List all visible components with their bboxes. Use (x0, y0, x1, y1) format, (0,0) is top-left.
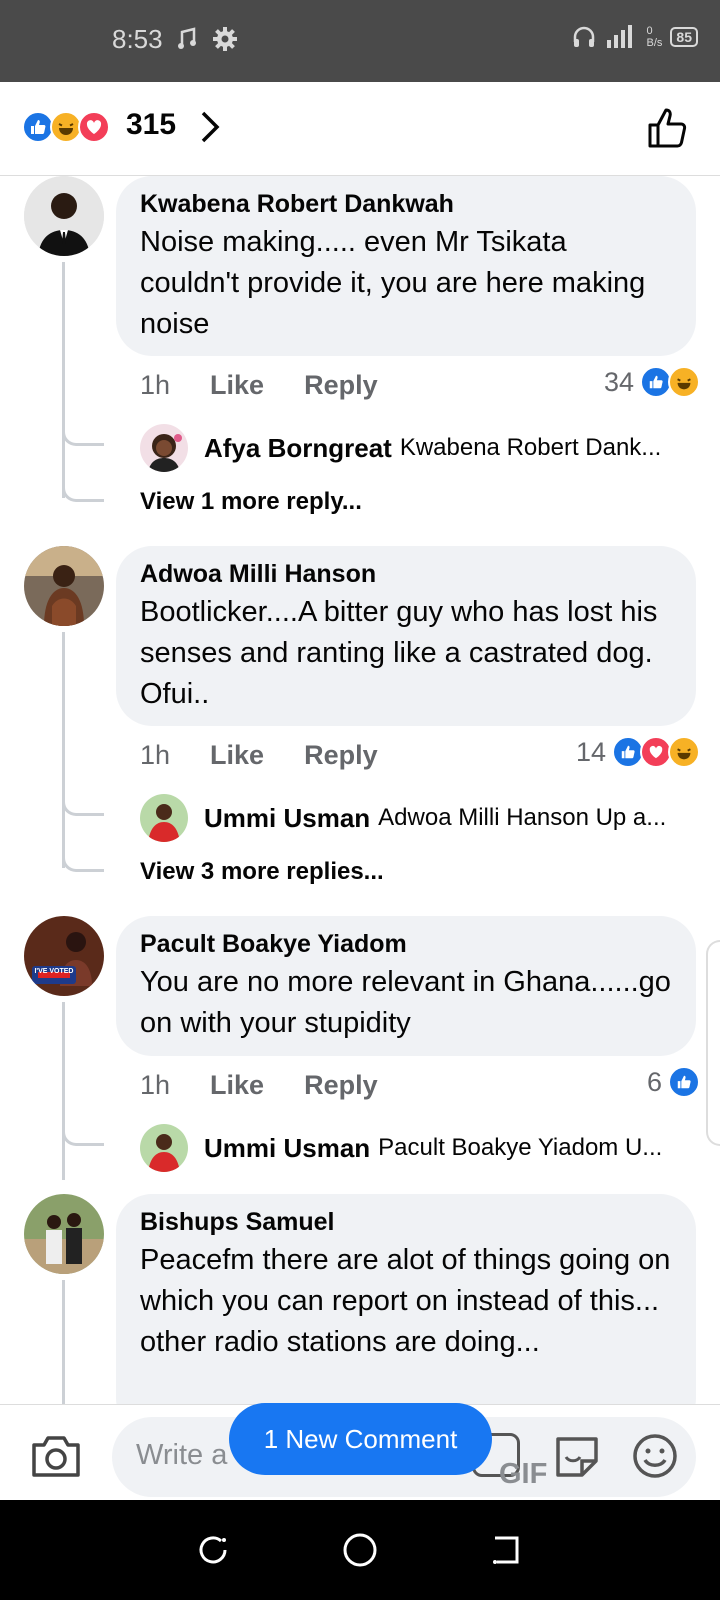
comment-reactions[interactable]: 14 (575, 736, 700, 768)
reaction-count[interactable]: 315 (126, 108, 176, 142)
gear-icon (213, 27, 237, 51)
love-reaction-icon (78, 111, 110, 143)
reply-button[interactable]: Reply (304, 370, 378, 401)
signal-icon (606, 25, 632, 48)
home-icon[interactable] (340, 1530, 380, 1570)
comment-reaction-count: 34 (603, 366, 634, 397)
comment-author[interactable]: Bishups Samuel (140, 1206, 672, 1238)
reply-avatar (140, 794, 188, 842)
emoji-icon[interactable] (630, 1431, 680, 1481)
comment-reaction-count: 14 (575, 736, 606, 767)
chevron-right-icon[interactable] (200, 110, 220, 144)
reply-text: Kwabena Robert Dank... (399, 434, 662, 461)
comment-author[interactable]: Kwabena Robert Dankwah (140, 188, 672, 220)
reply-preview[interactable]: Ummi Usman Adwoa Milli Hanson Up a... (140, 794, 700, 842)
reply-preview[interactable]: Afya Borngreat Kwabena Robert Dank... (140, 424, 700, 472)
reply-connector (62, 776, 104, 816)
reply-author[interactable]: Ummi Usman (204, 803, 370, 834)
reply-connector (62, 462, 104, 502)
view-more-replies[interactable]: View 1 more reply... (140, 488, 362, 516)
comment-text: Noise making..... even Mr Tsikata couldn… (140, 226, 646, 340)
recent-apps-icon[interactable] (195, 1532, 231, 1568)
side-panel-handle[interactable] (706, 940, 720, 1146)
new-comment-button[interactable]: 1 New Comment (229, 1403, 492, 1475)
network-speed: 0 B/s (646, 25, 663, 49)
comment-bubble[interactable]: Kwabena Robert Dankwah Noise making.....… (116, 176, 696, 356)
like-reaction-icon (668, 1066, 700, 1098)
haha-reaction-icon (668, 736, 700, 768)
comments-sheet: 315 Kwabena Robert Dankwah Noise making.… (0, 82, 720, 1500)
comment-time: 1h (140, 1070, 171, 1100)
comment-bubble[interactable]: Adwoa Milli Hanson Bootlicker....A bitte… (116, 546, 696, 726)
thumbs-up-icon[interactable] (646, 106, 690, 150)
camera-icon[interactable] (30, 1433, 82, 1479)
reply-avatar (140, 1124, 188, 1172)
comment-author[interactable]: Adwoa Milli Hanson (140, 558, 672, 590)
like-button[interactable]: Like (210, 1070, 264, 1101)
reply-author[interactable]: Ummi Usman (204, 1133, 370, 1164)
avatar[interactable] (24, 1194, 104, 1274)
reply-preview[interactable]: Ummi Usman Pacult Boakye Yiadom U... (140, 1124, 700, 1172)
view-more-replies[interactable]: View 3 more replies... (140, 858, 384, 886)
comment-text: You are no more relevant in Ghana......g… (140, 966, 671, 1039)
gif-label: GIF (499, 1458, 548, 1490)
status-time: 8:53 (112, 24, 163, 54)
reply-button[interactable]: Reply (304, 740, 378, 771)
like-button[interactable]: Like (210, 740, 264, 771)
avatar[interactable] (24, 176, 104, 256)
comment-time: 1h (140, 370, 171, 400)
reactions-header: 315 (0, 82, 720, 176)
reply-button[interactable]: Reply (304, 1070, 378, 1101)
like-button[interactable]: Like (210, 370, 264, 401)
comment-reaction-count: 6 (646, 1066, 662, 1097)
comment-reactions[interactable]: 34 (603, 366, 700, 398)
sticker-icon[interactable] (552, 1431, 602, 1481)
back-icon[interactable] (489, 1532, 525, 1568)
thread-line (62, 1002, 65, 1180)
headphones-icon (573, 26, 594, 47)
thread-line (62, 1280, 65, 1404)
comment-reactions[interactable]: 6 (646, 1066, 700, 1098)
reply-connector (62, 406, 104, 446)
battery-indicator: 85 (670, 27, 698, 47)
haha-reaction-icon (668, 366, 700, 398)
comment-author[interactable]: Pacult Boakye Yiadom (140, 928, 672, 960)
reply-avatar (140, 424, 188, 472)
status-bar: 8:53 0 B/s 85 (0, 0, 720, 82)
reply-author[interactable]: Afya Borngreat (204, 433, 392, 464)
avatar[interactable]: I'VE VOTED (24, 916, 104, 996)
comment-time: 1h (140, 740, 171, 770)
comment-bubble[interactable]: Bishups Samuel Peacefm there are alot of… (116, 1194, 696, 1404)
system-nav-bar (0, 1500, 720, 1600)
music-note-icon (178, 27, 196, 49)
reaction-summary[interactable] (22, 111, 110, 143)
reply-connector (62, 832, 104, 872)
reply-text: Adwoa Milli Hanson Up a... (378, 804, 667, 831)
avatar[interactable] (24, 546, 104, 626)
avatar-badge: I'VE VOTED (34, 968, 74, 975)
comment-list[interactable]: Kwabena Robert Dankwah Noise making.....… (0, 176, 720, 1404)
comment-text: Peacefm there are alot of things going o… (140, 1244, 671, 1358)
reply-connector (62, 1106, 104, 1146)
comment-text: Bootlicker....A bitter guy who has lost … (140, 596, 658, 710)
reply-text: Pacult Boakye Yiadom U... (378, 1134, 663, 1161)
comment-bubble[interactable]: Pacult Boakye Yiadom You are no more rel… (116, 916, 696, 1056)
